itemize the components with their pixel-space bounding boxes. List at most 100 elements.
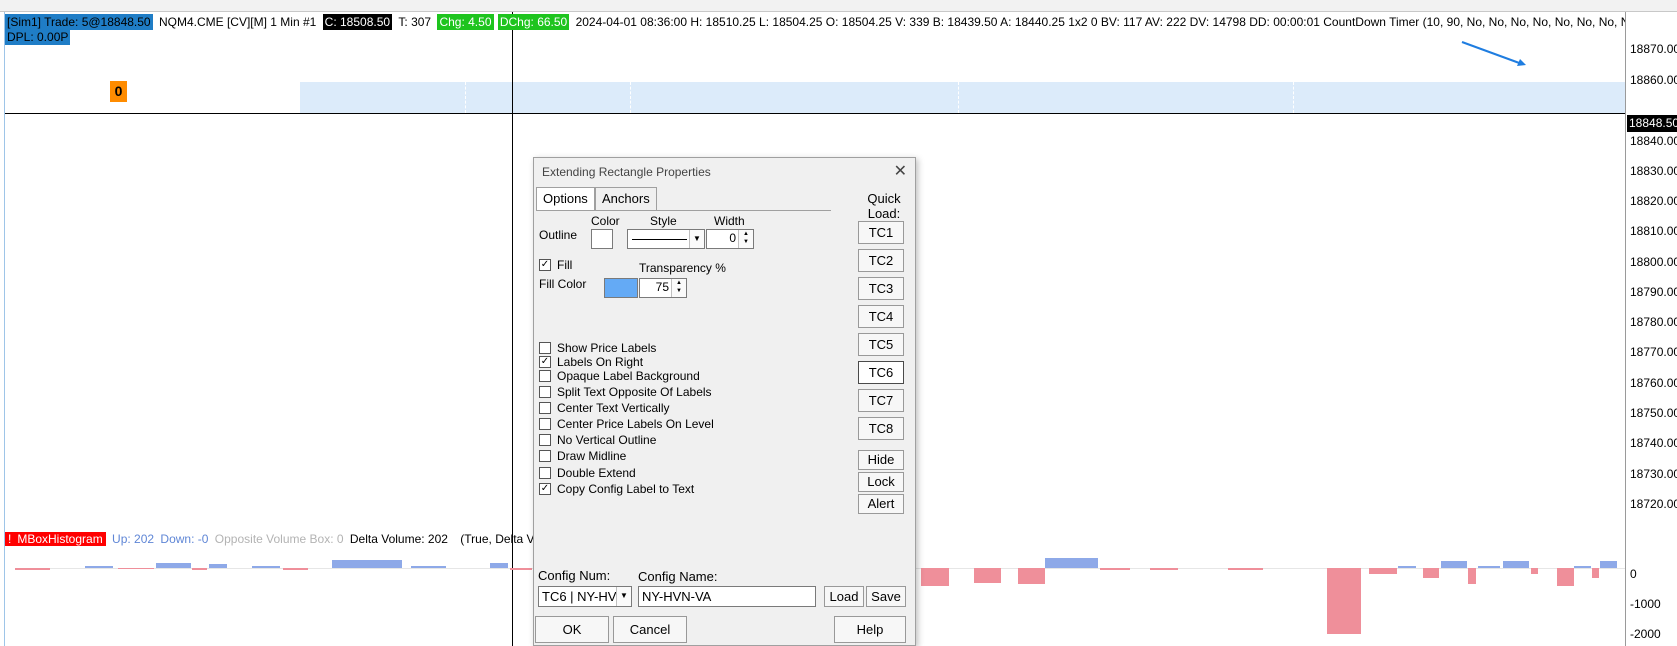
extending-rectangle-properties-dialog: Extending Rectangle Properties ✕ Options… [533,157,916,646]
band-divider [465,82,466,113]
alert-button[interactable]: Alert [858,494,904,514]
price-tick: 18840.00 [1630,134,1677,148]
fill-color-swatch[interactable] [604,278,638,298]
center-price-labels-checkbox[interactable] [539,418,551,430]
load-button[interactable]: Load [824,586,864,607]
price-tick: 18860.00 [1630,73,1677,87]
hist-tick: -1000 [1630,597,1661,611]
fill-label: Fill [557,258,573,272]
chevron-down-icon[interactable]: ▼ [616,587,631,606]
sim-trade-label: [Sim1] Trade: 5@18848.50 [5,14,153,30]
price-tick: 18740.00 [1630,436,1677,450]
outline-width-spinner[interactable]: 0 ▲ ▼ [706,229,754,249]
hide-button[interactable]: Hide [858,450,904,470]
labels-on-right-checkbox[interactable]: ✓ [539,356,551,368]
ok-button[interactable]: OK [535,616,609,643]
spinner-arrows-icon[interactable]: ▲ ▼ [738,230,753,248]
extending-rectangle[interactable] [300,82,1625,113]
quick-load-tc4-button[interactable]: TC4 [858,305,904,328]
histogram-bar [411,566,446,568]
histogram-bar [156,563,191,568]
histogram-bar [1150,568,1178,570]
center-text-vertically-checkbox[interactable] [539,402,551,414]
price-tick: 18760.00 [1630,376,1677,390]
histogram-bar [490,563,508,568]
lock-button[interactable]: Lock [858,472,904,492]
histogram-bar [510,568,532,570]
cancel-button[interactable]: Cancel [613,616,687,643]
dpl-label: DPL: 0.00P [5,30,71,45]
opaque-label-background-checkbox[interactable] [539,370,551,382]
outline-width-value: 0 [729,231,736,245]
daily-change-value: DChg: 66.50 [497,14,570,30]
quick-load-tc7-button[interactable]: TC7 [858,389,904,412]
histogram-flag: ! [5,532,15,546]
zero-marker: 0 [110,81,127,102]
trades-count: T: 307 [398,15,432,29]
crosshair-vertical [512,12,513,646]
histogram-bar [1531,568,1538,574]
histogram-up: Up: 202 [112,532,155,546]
histogram-bar [1441,561,1467,568]
fill-checkbox[interactable]: ✓ [539,259,551,271]
style-line-preview [632,239,687,240]
outline-style-select[interactable]: ▼ [627,229,705,249]
current-price-label: 18848.50 [1627,115,1677,132]
price-tick: 18720.00 [1630,497,1677,511]
quick-load-tc1-button[interactable]: TC1 [858,221,904,244]
bar-details: 2024-04-01 08:36:00 H: 18510.25 L: 18504… [575,15,1677,29]
tab-options[interactable]: Options [536,187,595,211]
price-tick: 18790.00 [1630,285,1677,299]
histogram-bar [1503,561,1529,568]
config-num-label: Config Num: [538,568,611,583]
show-price-labels-label: Show Price Labels [557,341,657,355]
price-tick: 18810.00 [1630,224,1677,238]
center-text-vertically-label: Center Text Vertically [557,401,670,415]
price-tick: 18730.00 [1630,467,1677,481]
band-divider [1293,82,1294,113]
tab-divider [536,210,831,211]
histogram-bar [1423,568,1439,578]
chevron-down-icon[interactable]: ▼ [689,230,704,248]
histogram-bar [1045,558,1098,568]
quick-load-tc5-button[interactable]: TC5 [858,333,904,356]
quick-load-tc3-button[interactable]: TC3 [858,277,904,300]
center-price-labels-label: Center Price Labels On Level [557,417,714,431]
histogram-bar [1100,568,1130,570]
save-button[interactable]: Save [866,586,906,607]
config-name-input[interactable]: NY-HVN-VA [638,586,816,607]
price-tick: 18820.00 [1630,194,1677,208]
tab-anchors[interactable]: Anchors [595,187,657,211]
copy-config-label-checkbox[interactable]: ✓ [539,483,551,495]
config-num-value: TC6 | NY-HV [542,589,617,604]
spinner-arrows-icon[interactable]: ▲ ▼ [671,279,686,297]
arrow-drawing[interactable] [1460,38,1530,70]
quick-load-tc2-button[interactable]: TC2 [858,249,904,272]
transparency-spinner[interactable]: 75 ▲ ▼ [639,278,687,298]
histogram-bar [1592,568,1599,578]
split-text-checkbox[interactable] [539,386,551,398]
price-axis[interactable]: 18870.00 18860.00 18848.50 18840.00 1883… [1625,12,1677,646]
histogram-bar [15,568,50,570]
histogram-bar [1398,566,1416,568]
outline-color-swatch[interactable] [591,229,613,249]
labels-on-right-label: Labels On Right [557,355,644,369]
histogram-bar [1600,561,1617,568]
hist-tick: -2000 [1630,627,1661,641]
help-button[interactable]: Help [834,616,906,643]
histogram-bar [1557,568,1574,586]
histogram-name: MBoxHistogram [14,532,106,546]
show-price-labels-checkbox[interactable] [539,342,551,354]
quick-load-tc8-button[interactable]: TC8 [858,417,904,440]
draw-midline-checkbox[interactable] [539,450,551,462]
split-text-label: Split Text Opposite Of Labels [557,385,712,399]
chart-window: 0 [Sim1] Trade: 5@18848.50 NQM4.CME [CV]… [0,0,1677,646]
close-icon[interactable]: ✕ [894,161,907,181]
quick-load-tc6-button[interactable]: TC6 [858,361,904,384]
histogram-label: ! MBoxHistogram Up: 202 Down: -0 Opposite… [5,531,541,547]
no-vertical-outline-checkbox[interactable] [539,434,551,446]
histogram-bar [974,568,1001,583]
crosshair-horizontal [5,113,1625,114]
double-extend-checkbox[interactable] [539,467,551,479]
config-num-select[interactable]: TC6 | NY-HV ▼ [538,586,632,607]
